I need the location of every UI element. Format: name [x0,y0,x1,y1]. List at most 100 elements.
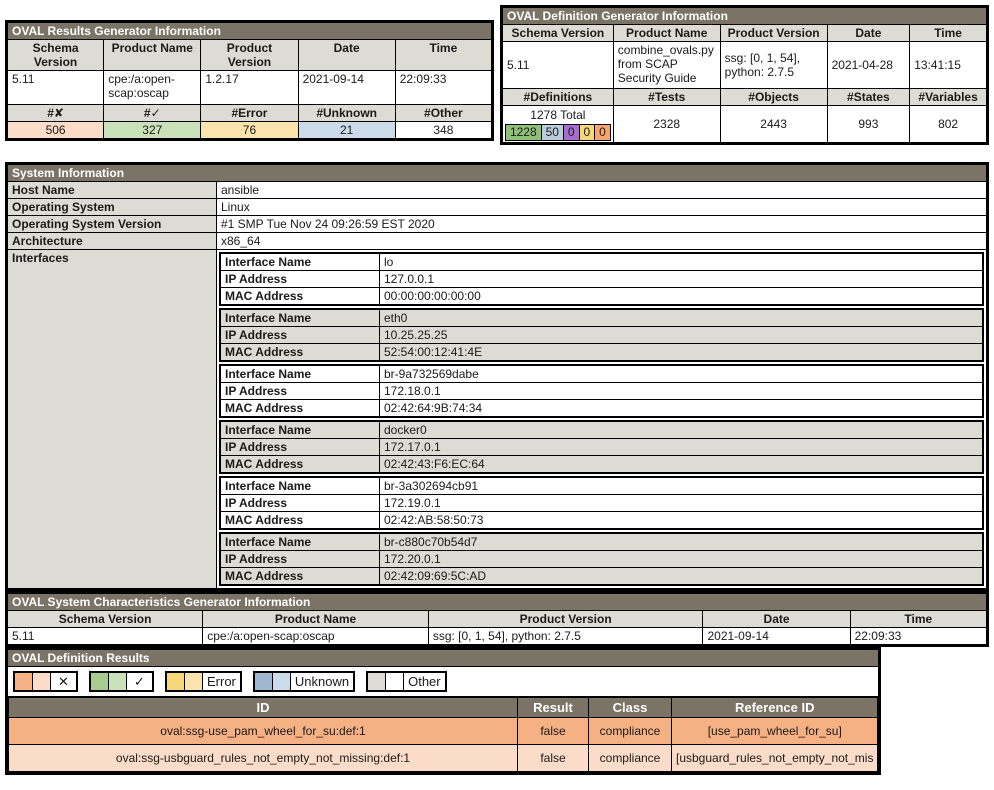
value-host-name: ansible [216,181,988,199]
cell-reference-id: [use_pam_wheel_for_su] [670,717,879,745]
interface-mac-row: MAC Address 00:00:00:00:00:00 [219,287,984,306]
legend-label-fail: ✕ [51,673,76,690]
report-page: OVAL Results Generator Information Schem… [0,0,994,775]
count-objects: 2443 [719,105,828,144]
oval-definition-generator-table: OVAL Definition Generator Information Sc… [500,5,989,145]
legend-item-error[interactable]: Error [165,671,242,692]
table-row[interactable]: oval:ssg-use_pam_wheel_for_su:def:1 fals… [8,717,879,745]
value-time: 13:41:15 [909,41,988,89]
col-count-tests: #Tests [612,88,721,106]
legend-item-other[interactable]: Other [366,671,447,692]
value-product-name: combine_ovals.py from SCAP Security Guid… [612,41,721,89]
value-mac-address: 02:42:64:9B:74:34 [379,399,984,418]
col-count-unknown: #Unknown [297,104,396,122]
cell-class: compliance [588,744,672,772]
value-date: 2021-09-14 [702,627,851,646]
system-information-panel: System Information Host Name ansible Ope… [5,162,989,591]
col-date: Date [702,610,851,628]
interface-name-row: Interface Name br-9a732569dabe [219,364,984,383]
results-table-wrapper-row: ID Result Class Reference ID oval:ssg-us… [7,697,880,774]
col-header-result[interactable]: Result [517,697,589,718]
col-count-other: #Other [394,104,494,122]
table-header-row: Schema Version Product Name Product Vers… [5,610,989,628]
table-value-row: 5.11 combine_ovals.py from SCAP Security… [501,41,988,89]
value-date: 2021-04-28 [826,41,911,89]
col-count-pass: #✓ [103,104,202,122]
col-schema-version: Schema Version [5,610,204,628]
value-date: 2021-09-14 [297,70,396,105]
label-ip-address: IP Address [219,494,380,512]
oval-definition-generator-title: OVAL Definition Generator Information [501,6,988,25]
definitions-notapplicable-count: 0 [563,125,580,140]
label-mac-address: MAC Address [219,511,380,530]
interface-name-row: Interface Name br-3a302694cb91 [219,476,984,495]
interface-block: Interface Name docker0 IP Address 172.17… [219,420,984,474]
cell-reference-id: [usbguard_rules_not_empty_not_mis [670,744,879,772]
col-product-name: Product Name [202,610,429,628]
counts-header-row: #✘ #✓ #Error #Unknown #Other [5,104,494,122]
label-operating-system-version: Operating System Version [6,215,217,233]
definitions-summary-cell: 1278 Total 1228 50 0 0 0 [501,105,614,144]
interface-block: Interface Name lo IP Address 127.0.0.1 M… [219,252,984,306]
interface-ip-row: IP Address 127.0.0.1 [219,270,984,288]
interface-mac-row: MAC Address 02:42:AB:58:50:73 [219,511,984,530]
value-mac-address: 00:00:00:00:00:00 [379,287,984,306]
interface-ip-row: IP Address 172.17.0.1 [219,438,984,456]
legend-item-unknown[interactable]: Unknown [252,671,356,692]
interface-ip-row: IP Address 172.19.0.1 [219,494,984,512]
col-count-fail: #✘ [5,104,105,122]
swatch-pass-light-icon [109,673,127,690]
value-mac-address: 02:42:43:F6:EC:64 [379,455,984,474]
col-count-states: #States [826,88,911,106]
value-ip-address: 172.18.0.1 [379,382,984,400]
interface-ip-row: IP Address 172.20.0.1 [219,550,984,568]
swatch-other-dark-icon [368,673,387,690]
legend-item-fail[interactable]: ✕ [13,671,78,692]
label-interfaces: Interfaces [6,249,217,590]
value-mac-address: 02:42:09:69:5C:AD [379,567,984,586]
legend-label-other: Other [404,673,445,690]
value-schema-version: 5.11 [5,70,105,105]
label-ip-address: IP Address [219,438,380,456]
value-interface-name: br-c880c70b54d7 [379,532,984,551]
swatch-fail-light-icon [33,673,51,690]
legend-label-pass: ✓ [127,673,152,690]
swatch-error-dark-icon [167,673,185,690]
label-interface-name: Interface Name [219,364,380,383]
definitions-fail-count: 0 [595,125,610,140]
label-ip-address: IP Address [219,382,380,400]
count-unknown: 21 [297,121,396,140]
swatch-unknown-dark-icon [254,673,273,690]
oval-definition-results-panel: OVAL Definition Results ✕ ✓ Error Unknow… [5,647,989,775]
legend-item-pass[interactable]: ✓ [89,671,154,692]
table-row[interactable]: oval:ssg-usbguard_rules_not_empty_not_mi… [8,744,879,772]
interface-mac-row: MAC Address 02:42:64:9B:74:34 [219,399,984,418]
interface-name-row: Interface Name lo [219,252,984,271]
col-header-reference-id[interactable]: Reference ID [670,697,879,718]
swatch-other-light-icon [386,673,405,690]
col-header-id[interactable]: ID [8,697,518,718]
value-schema-version: 5.11 [5,627,204,646]
counts-value-row: 506 327 76 21 348 [5,121,494,140]
interface-mac-row: MAC Address 02:42:09:69:5C:AD [219,567,984,586]
table-value-row: 5.11 cpe:/a:open-scap:oscap ssg: [0, 1, … [5,627,989,646]
value-time: 22:09:33 [849,627,989,646]
oval-results-generator-panel: OVAL Results Generator Information Schem… [5,20,494,141]
value-product-version: 1.2.17 [200,70,299,105]
count-fail: 506 [5,121,105,140]
table-title-row: OVAL System Characteristics Generator In… [6,592,988,611]
cell-result: false [517,744,589,772]
col-header-class[interactable]: Class [588,697,672,718]
cell-definition-id: oval:ssg-usbguard_rules_not_empty_not_mi… [8,744,518,772]
col-date: Date [297,39,396,71]
value-interface-name: eth0 [379,308,984,327]
label-interface-name: Interface Name [219,308,380,327]
col-count-definitions: #Definitions [501,88,614,106]
sysinfo-row-os: Operating System Linux [6,198,988,216]
value-product-name: cpe:/a:open-scap:oscap [202,627,429,646]
col-product-name: Product Name [103,39,202,71]
col-schema-version: Schema Version [5,39,105,71]
sysinfo-row-osversion: Operating System Version #1 SMP Tue Nov … [6,215,988,233]
interface-block: Interface Name eth0 IP Address 10.25.25.… [219,308,984,362]
col-schema-version: Schema Version [501,24,614,42]
